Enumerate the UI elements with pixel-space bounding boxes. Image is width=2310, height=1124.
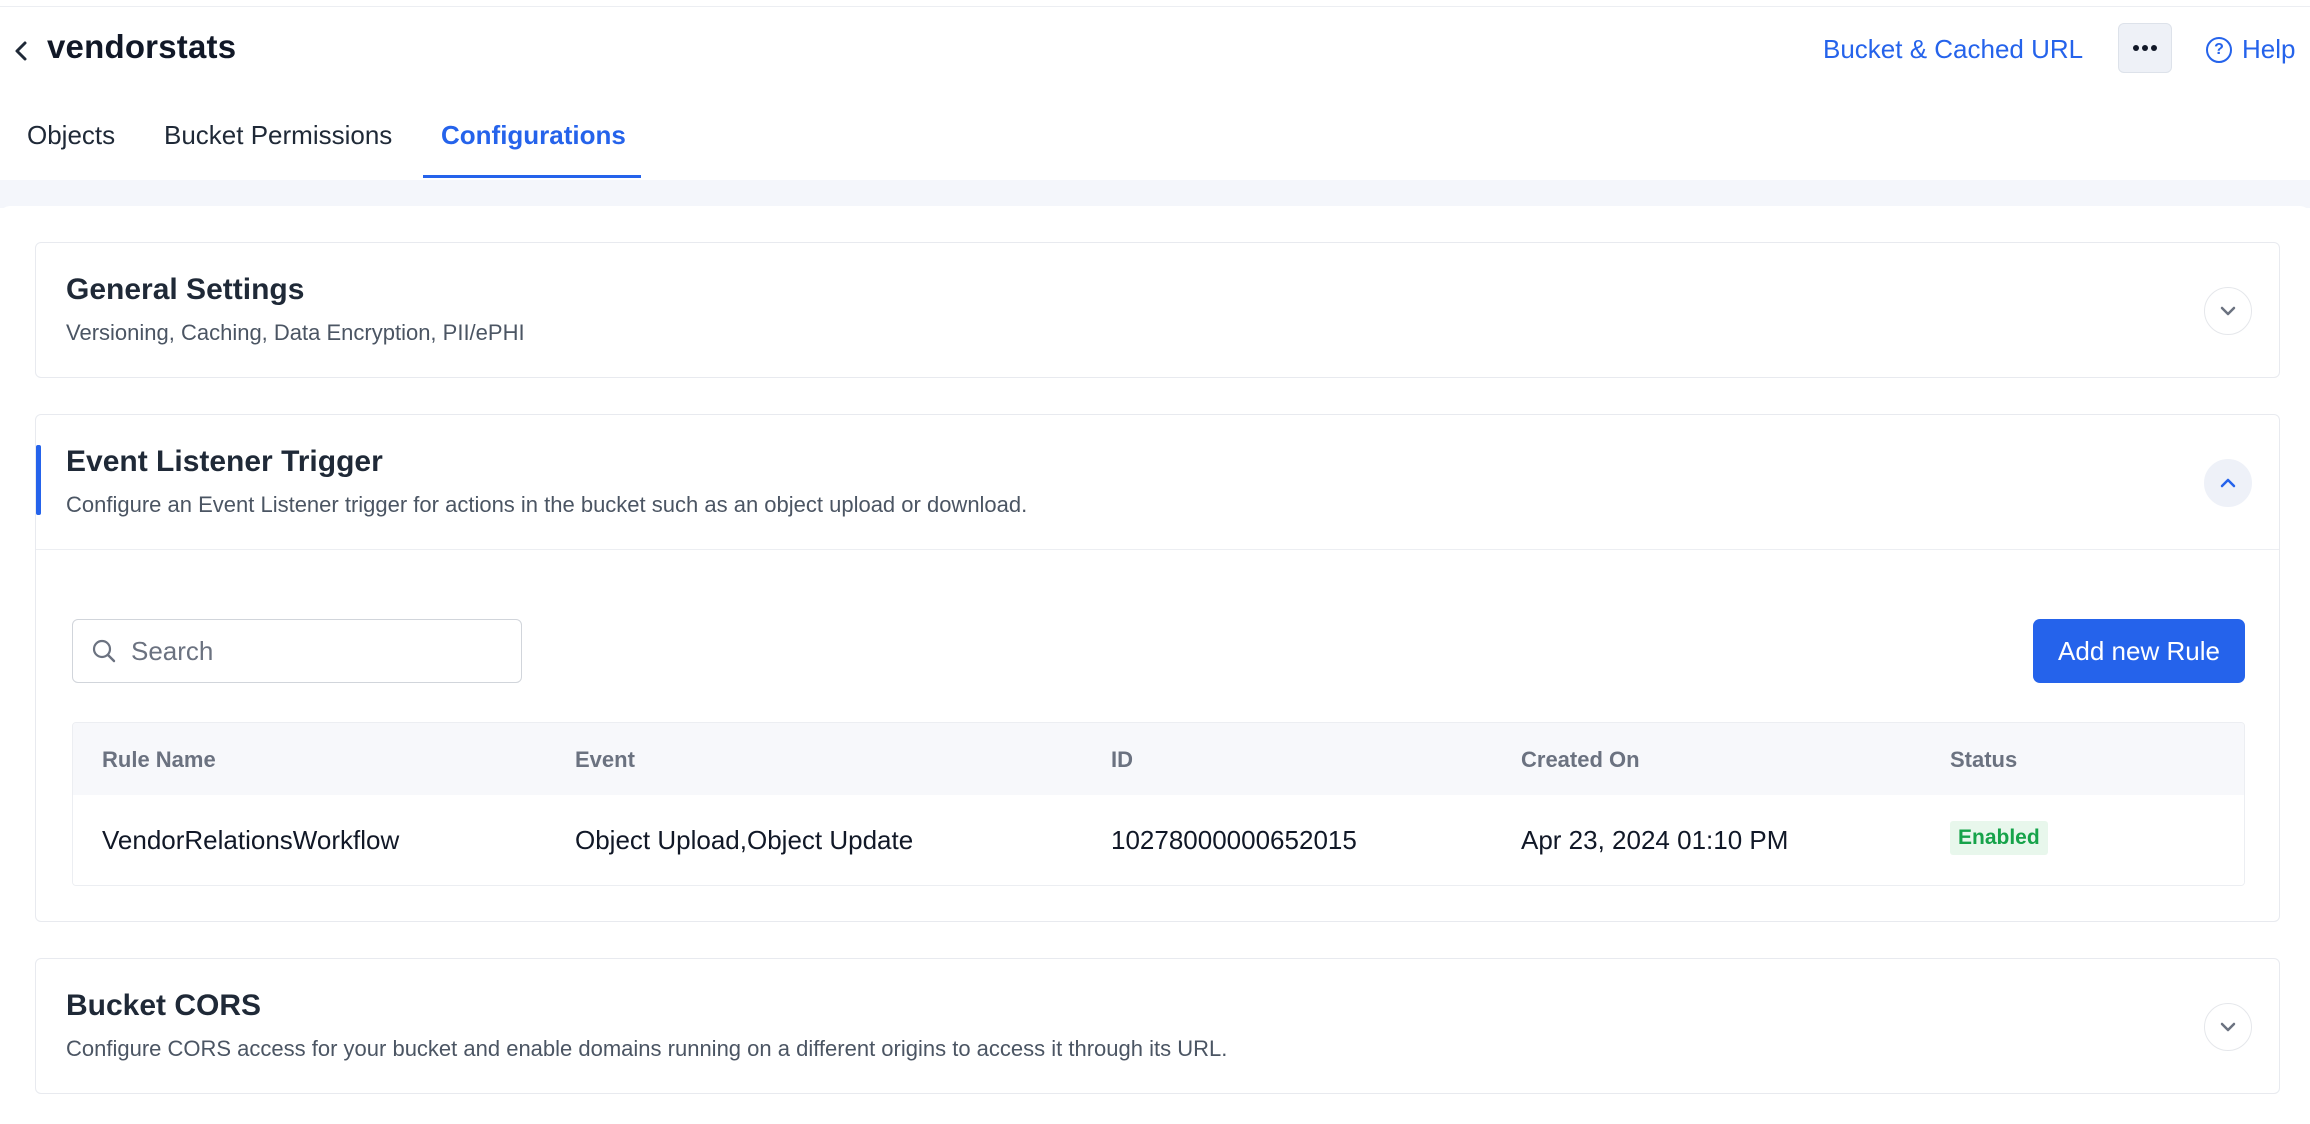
chevron-down-icon [2220,1022,2236,1032]
section-title: General Settings [66,273,305,306]
cell-created-on: Apr 23, 2024 01:10 PM [1521,825,1789,855]
cell-id: 10278000000652015 [1111,825,1357,855]
bucket-configurations-page: vendorstats Bucket & Cached URL ? Help O… [0,0,2310,1124]
status-badge: Enabled [1950,821,2048,855]
tab-bucket-permissions[interactable]: Bucket Permissions [164,120,392,151]
rules-table: Rule Name Event ID Created On Status Ven… [72,722,2245,886]
page-title: vendorstats [47,28,237,65]
help-label: Help [2242,34,2296,64]
expand-bucket-cors-button[interactable] [2204,1003,2252,1051]
cell-rule-name[interactable]: VendorRelationsWorkflow [102,825,399,856]
column-header-id: ID [1111,747,1133,772]
content-separator [0,180,2310,208]
tab-bar: Objects Bucket Permissions Configuration… [0,100,2310,180]
column-header-event: Event [575,747,635,772]
help-link[interactable]: ? Help [2206,34,2295,65]
event-listener-trigger-section: Event Listener Trigger Configure an Even… [35,414,2280,922]
chevron-down-icon [2220,306,2236,316]
search-box[interactable] [72,619,522,683]
add-new-rule-button[interactable]: Add new Rule [2033,619,2245,683]
column-header-rule-name: Rule Name [102,747,216,772]
active-tab-indicator [423,175,641,178]
search-icon [92,639,116,663]
search-input[interactable] [131,635,461,667]
general-settings-section[interactable]: General Settings Versioning, Caching, Da… [35,242,2280,378]
cell-event: Object Upload,Object Update [575,825,914,855]
section-title: Event Listener Trigger [66,445,383,478]
help-circle-icon: ? [2206,36,2232,63]
section-subtitle: Configure CORS access for your bucket an… [66,1036,1228,1061]
chevron-up-icon [2220,478,2236,488]
column-header-created-on: Created On [1521,747,1640,772]
bucket-cached-url-link[interactable]: Bucket & Cached URL [1823,34,2083,65]
bucket-cors-section[interactable]: Bucket CORS Configure CORS access for yo… [35,958,2280,1094]
section-divider [36,549,2279,550]
column-header-status: Status [1950,747,2018,772]
more-horizontal-icon [2133,45,2157,51]
collapse-event-listener-button[interactable] [2204,459,2252,507]
section-title: Bucket CORS [66,989,262,1022]
section-subtitle: Configure an Event Listener trigger for … [66,492,1028,517]
table-header: Rule Name Event ID Created On Status [73,723,2244,795]
chevron-left-icon [15,41,27,61]
tab-configurations[interactable]: Configurations [441,120,626,151]
section-subtitle: Versioning, Caching, Data Encryption, PI… [66,320,525,345]
expand-general-settings-button[interactable] [2204,287,2252,335]
back-button[interactable] [6,34,36,68]
table-row[interactable]: VendorRelationsWorkflow Object Upload,Ob… [73,795,2244,885]
active-section-indicator [36,445,41,515]
top-border [0,6,2310,7]
tab-objects[interactable]: Objects [27,120,115,151]
more-options-button[interactable] [2118,23,2172,73]
